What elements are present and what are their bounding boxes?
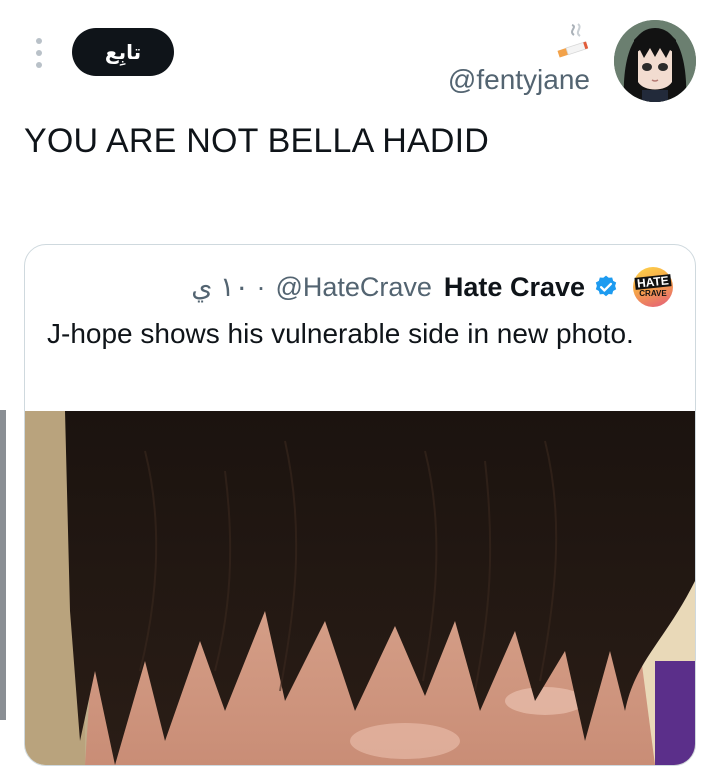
dot-icon — [36, 50, 42, 56]
quoted-tweet-handle[interactable]: @HateCrave — [275, 272, 431, 303]
verified-badge-icon — [595, 275, 617, 297]
scroll-indicator — [0, 410, 6, 720]
quoted-tweet-time[interactable]: ١٠ ي · — [191, 272, 265, 303]
quoted-tweet-avatar[interactable]: HATE CRAVE — [633, 267, 673, 307]
quoted-tweet-card[interactable]: ١٠ ي · @HateCrave Hate Crave HATE CRAVE … — [24, 244, 696, 766]
dot-icon — [36, 38, 42, 44]
follow-button[interactable]: تابِع — [72, 28, 174, 76]
anime-girl-avatar-image — [614, 20, 696, 102]
cigarette-emoji-icon — [557, 23, 589, 58]
author-handle[interactable]: @fentyjane — [448, 64, 590, 96]
author-avatar[interactable] — [614, 20, 696, 102]
avatar-logo-text-top: HATE — [634, 273, 672, 291]
dot-icon — [36, 62, 42, 68]
quoted-tweet-text: J-hope shows his vulnerable side in new … — [47, 318, 634, 349]
quoted-tweet-author-name[interactable]: Hate Crave — [444, 272, 585, 303]
quoted-tweet-header: ١٠ ي · @HateCrave Hate Crave HATE CRAVE — [191, 267, 673, 307]
tweet-text: YOU ARE NOT BELLA HADID — [24, 122, 490, 160]
more-options-button[interactable] — [32, 38, 46, 68]
quoted-tweet-photo[interactable] — [25, 411, 695, 765]
avatar-logo-text-bottom: CRAVE — [639, 289, 667, 298]
